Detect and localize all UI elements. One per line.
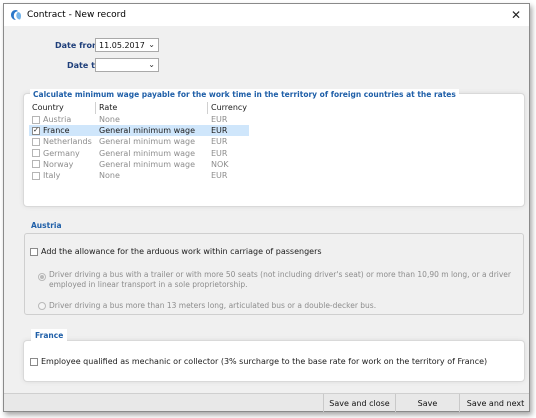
row-checkbox[interactable]: ✓ <box>32 126 40 135</box>
table-header: Country Rate Currency <box>29 102 249 114</box>
table-row[interactable]: Norway General minimum wage NOK <box>29 159 249 170</box>
save-and-next-button[interactable]: Save and next <box>459 394 531 412</box>
rates-group-title: Calculate minimum wage payable for the w… <box>30 89 459 100</box>
rates-table: Country Rate Currency Austria None EUR ✓… <box>29 102 249 181</box>
table-row[interactable]: Italy None EUR <box>29 170 249 181</box>
radio-dot-icon <box>40 275 44 279</box>
mechanic-checkbox-row[interactable]: Employee qualified as mechanic or collec… <box>30 357 487 366</box>
column-header-country[interactable]: Country <box>29 102 96 114</box>
table-row[interactable]: Germany General minimum wage EUR <box>29 148 249 159</box>
date-from-label: Date from <box>55 41 101 50</box>
close-button[interactable]: ✕ <box>509 8 523 22</box>
rate-cell: General minimum wage <box>99 148 196 158</box>
date-to-select[interactable]: ⌄ <box>95 58 159 72</box>
close-icon[interactable]: ✕ <box>511 8 521 22</box>
title-bar: Contract - New record ✕ <box>4 4 529 26</box>
row-checkbox[interactable] <box>32 115 40 124</box>
country-cell: Netherlands <box>43 137 92 147</box>
bus-trailer-option-label: Driver driving a bus with a trailer or w… <box>49 270 511 289</box>
rate-cell: None <box>99 171 120 181</box>
mechanic-checkbox[interactable] <box>30 357 38 366</box>
column-header-currency[interactable]: Currency <box>208 102 249 114</box>
chevron-down-icon[interactable]: ⌄ <box>148 40 155 49</box>
rate-cell: General minimum wage <box>99 126 196 136</box>
button-bar: Save and close Save Save and next <box>4 393 531 412</box>
row-checkbox[interactable] <box>32 171 40 180</box>
rate-cell: General minimum wage <box>99 159 196 169</box>
row-checkbox[interactable] <box>32 137 40 146</box>
country-cell: France <box>43 126 70 136</box>
long-bus-option-label: Driver driving a bus more than 13 meters… <box>49 301 377 310</box>
rate-cell: None <box>99 115 120 125</box>
currency-cell: EUR <box>211 148 228 158</box>
austria-section-title: Austria <box>31 221 62 230</box>
arduous-work-checkbox-row[interactable]: Add the allowance for the arduous work w… <box>30 247 322 256</box>
date-from-value: 11.05.2017 <box>99 40 145 50</box>
column-header-rate[interactable]: Rate <box>96 102 208 114</box>
dialog-content: Date from 11.05.2017 ⌄ Date to ⌄ Calcula… <box>4 26 529 393</box>
country-cell: Austria <box>43 115 72 125</box>
app-logo-icon <box>11 10 22 20</box>
row-checkbox[interactable] <box>32 160 40 169</box>
long-bus-radio[interactable] <box>38 302 46 310</box>
table-row[interactable]: Austria None EUR <box>29 114 249 125</box>
mechanic-label: Employee qualified as mechanic or collec… <box>41 357 488 366</box>
chevron-down-icon[interactable]: ⌄ <box>148 60 155 69</box>
save-button[interactable]: Save <box>395 394 459 412</box>
bus-trailer-radio[interactable] <box>38 273 46 281</box>
currency-cell: EUR <box>211 126 228 136</box>
date-from-select[interactable]: 11.05.2017 ⌄ <box>95 38 159 52</box>
france-section-title: France <box>31 329 68 342</box>
row-checkbox[interactable] <box>32 149 40 158</box>
currency-cell: NOK <box>211 159 229 169</box>
currency-cell: EUR <box>211 137 228 147</box>
window-title: Contract - New record <box>27 10 126 20</box>
checkmark-icon: ✓ <box>33 126 39 135</box>
table-row[interactable]: ✓ France General minimum wage EUR <box>29 125 249 137</box>
currency-cell: EUR <box>211 171 228 181</box>
country-cell: Germany <box>43 148 80 158</box>
rate-cell: General minimum wage <box>99 137 196 147</box>
country-cell: Italy <box>43 171 61 181</box>
country-cell: Norway <box>43 159 74 169</box>
table-row[interactable]: Netherlands General minimum wage EUR <box>29 136 249 147</box>
currency-cell: EUR <box>211 115 228 125</box>
dialog-window: Contract - New record ✕ Date from 11.05.… <box>3 3 530 412</box>
arduous-work-checkbox[interactable] <box>30 247 38 256</box>
save-and-close-button[interactable]: Save and close <box>323 394 395 412</box>
arduous-work-label: Add the allowance for the arduous work w… <box>41 247 322 256</box>
